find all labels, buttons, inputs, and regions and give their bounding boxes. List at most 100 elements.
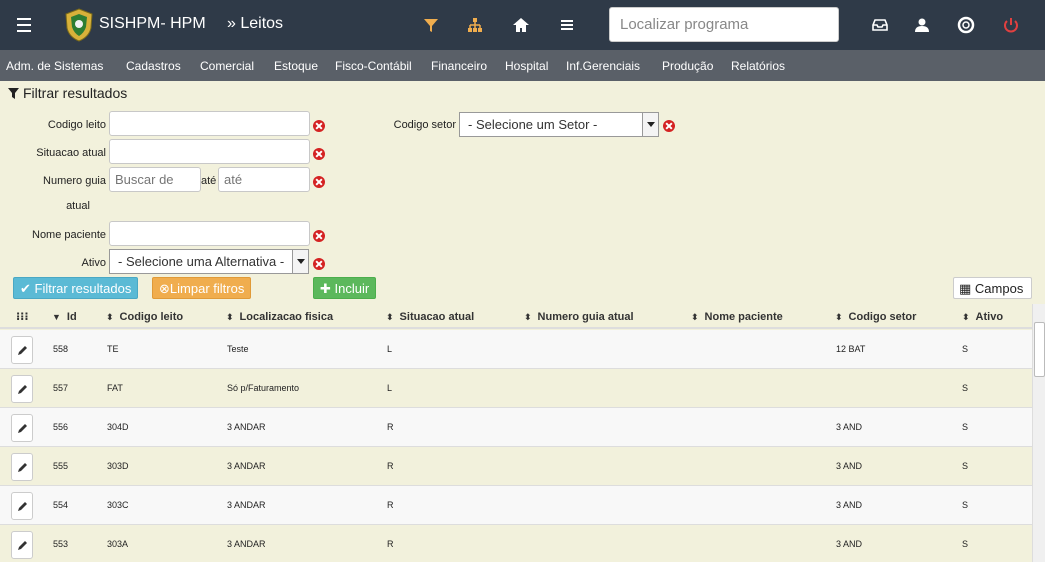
nav-item-financeiro[interactable]: Financeiro xyxy=(431,59,487,73)
cell-situacao: L xyxy=(387,344,393,354)
table-scrollbar[interactable] xyxy=(1032,304,1045,562)
table-row[interactable]: 554 303C 3 ANDAR R 3 AND S xyxy=(0,486,1032,525)
nav-item-comercial[interactable]: Comercial xyxy=(200,59,254,73)
table-row[interactable]: 558 TE Teste L 12 BAT S xyxy=(0,330,1032,369)
edit-icon[interactable] xyxy=(11,531,33,559)
user-icon[interactable] xyxy=(912,15,932,35)
edit-icon[interactable] xyxy=(11,453,33,481)
clear-ativo-icon[interactable] xyxy=(313,258,325,270)
header-localizacao[interactable]: ⬍ Localizacao fisica xyxy=(226,311,333,323)
add-button[interactable]: ✚ Incluir xyxy=(313,277,377,299)
sort-icon: ⬍ xyxy=(691,312,699,322)
sitemap-icon[interactable] xyxy=(465,15,485,35)
hamburger-menu-icon[interactable] xyxy=(12,14,36,36)
column-menu-icon[interactable]: ⁝⁝⁝ xyxy=(16,310,29,323)
nav-item-hospital[interactable]: Hospital xyxy=(505,59,548,73)
scrollbar-thumb[interactable] xyxy=(1034,322,1045,377)
cell-codigo: 303A xyxy=(107,539,129,549)
filter-button[interactable]: ✔ Filtrar resultados xyxy=(13,277,139,299)
filter-icon[interactable] xyxy=(421,15,441,35)
cell-setor: 3 AND xyxy=(836,539,863,549)
nav-item-infgerenciais[interactable]: Inf.Gerenciais xyxy=(566,59,640,73)
cell-ativo: S xyxy=(962,461,969,471)
edit-icon[interactable] xyxy=(11,492,33,520)
lifebuoy-icon[interactable] xyxy=(956,15,976,35)
cell-codigo: TE xyxy=(107,344,119,354)
sort-icon: ⬍ xyxy=(835,312,843,322)
table-row[interactable]: 555 303D 3 ANDAR R 3 AND S xyxy=(0,447,1032,486)
search-input[interactable] xyxy=(609,7,839,42)
edit-icon[interactable] xyxy=(11,336,33,364)
header-codigo-setor[interactable]: ⬍ Codigo setor xyxy=(835,311,916,323)
numero-guia-to-input[interactable] xyxy=(218,167,310,192)
cell-situacao: R xyxy=(387,539,394,549)
ativo-label: Ativo xyxy=(81,257,106,269)
ativo-select-value: - Selecione uma Alternativa - xyxy=(118,254,285,269)
cell-setor: 3 AND xyxy=(836,422,863,432)
clear-situacao-atual-icon[interactable] xyxy=(313,148,325,160)
situacao-atual-label: Situacao atual xyxy=(36,147,106,159)
cell-setor: 3 AND xyxy=(836,461,863,471)
check-icon: ✔ xyxy=(20,281,35,296)
main-nav: Adm. de Sistemas Cadastros Comercial Est… xyxy=(0,50,1045,81)
cell-codigo: FAT xyxy=(107,383,123,393)
clear-codigo-setor-icon[interactable] xyxy=(663,120,675,132)
cell-situacao: R xyxy=(387,422,394,432)
nav-item-estoque[interactable]: Estoque xyxy=(274,59,318,73)
table-row[interactable]: 557 FAT Só p/Faturamento L S xyxy=(0,369,1032,408)
header-codigo-leito[interactable]: ⬍ Codigo leito xyxy=(106,311,183,323)
ativo-select[interactable]: - Selecione uma Alternativa - xyxy=(109,249,309,274)
nav-item-producao[interactable]: Produção xyxy=(662,59,713,73)
nav-item-fisco[interactable]: Fisco-Contábil xyxy=(335,59,412,73)
numero-guia-label: Numero guia xyxy=(43,175,106,187)
header-numero-guia[interactable]: ⬍ Numero guia atual xyxy=(524,311,634,323)
filter-button-label: Filtrar resultados xyxy=(34,281,132,296)
sort-desc-icon: ▼ xyxy=(52,312,61,322)
nav-item-relatorios[interactable]: Relatórios xyxy=(731,59,785,73)
clear-numero-guia-icon[interactable] xyxy=(313,176,325,188)
clear-nome-paciente-icon[interactable] xyxy=(313,230,325,242)
nav-item-cadastros[interactable]: Cadastros xyxy=(126,59,181,73)
header-ativo[interactable]: ⬍ Ativo xyxy=(962,311,1003,323)
clear-filters-button[interactable]: ⊗Limpar filtros xyxy=(152,277,252,299)
codigo-leito-label: Codigo leito xyxy=(47,119,106,131)
setor-select-value: - Selecione um Setor - xyxy=(468,117,598,132)
home-icon[interactable] xyxy=(511,15,531,35)
cell-local: Só p/Faturamento xyxy=(227,383,300,393)
cell-local: 3 ANDAR xyxy=(227,500,266,510)
columns-button[interactable]: ▦ Campos xyxy=(953,277,1032,299)
table-row[interactable]: 556 304D 3 ANDAR R 3 AND S xyxy=(0,408,1032,447)
cell-id: 557 xyxy=(53,383,69,393)
edit-icon[interactable] xyxy=(11,414,33,442)
edit-icon[interactable] xyxy=(11,375,33,403)
chevron-down-icon xyxy=(642,113,658,136)
situacao-atual-input[interactable] xyxy=(109,139,310,164)
chevron-down-icon xyxy=(292,250,308,273)
clear-codigo-leito-icon[interactable] xyxy=(313,120,325,132)
table-row[interactable]: 553 303A 3 ANDAR R 3 AND S xyxy=(0,525,1032,562)
cell-codigo: 303C xyxy=(107,500,129,510)
sort-icon: ⬍ xyxy=(106,312,114,322)
filter-icon xyxy=(8,88,19,99)
codigo-setor-select[interactable]: - Selecione um Setor - xyxy=(459,112,659,137)
filter-header[interactable]: Filtrar resultados xyxy=(8,85,127,101)
codigo-leito-input[interactable] xyxy=(109,111,310,136)
cell-ativo: S xyxy=(962,383,969,393)
table-icon: ▦ xyxy=(959,281,975,296)
power-icon[interactable] xyxy=(1001,15,1021,35)
list-icon[interactable] xyxy=(557,15,577,35)
header-nome-paciente[interactable]: ⬍ Nome paciente xyxy=(691,311,783,323)
cell-id: 554 xyxy=(53,500,69,510)
cell-ativo: S xyxy=(962,422,969,432)
cell-setor: 3 AND xyxy=(836,500,863,510)
numero-guia-from-input[interactable] xyxy=(109,167,201,192)
add-button-label: Incluir xyxy=(334,281,370,296)
cell-local: 3 ANDAR xyxy=(227,539,266,549)
nome-paciente-input[interactable] xyxy=(109,221,310,246)
nav-item-adm[interactable]: Adm. de Sistemas xyxy=(6,59,103,73)
clear-circle-icon: ⊗ xyxy=(159,281,170,296)
cell-id: 553 xyxy=(53,539,69,549)
header-situacao[interactable]: ⬍ Situacao atual xyxy=(386,311,474,323)
inbox-icon[interactable] xyxy=(870,15,890,35)
header-id[interactable]: ▼ Id xyxy=(52,311,77,323)
